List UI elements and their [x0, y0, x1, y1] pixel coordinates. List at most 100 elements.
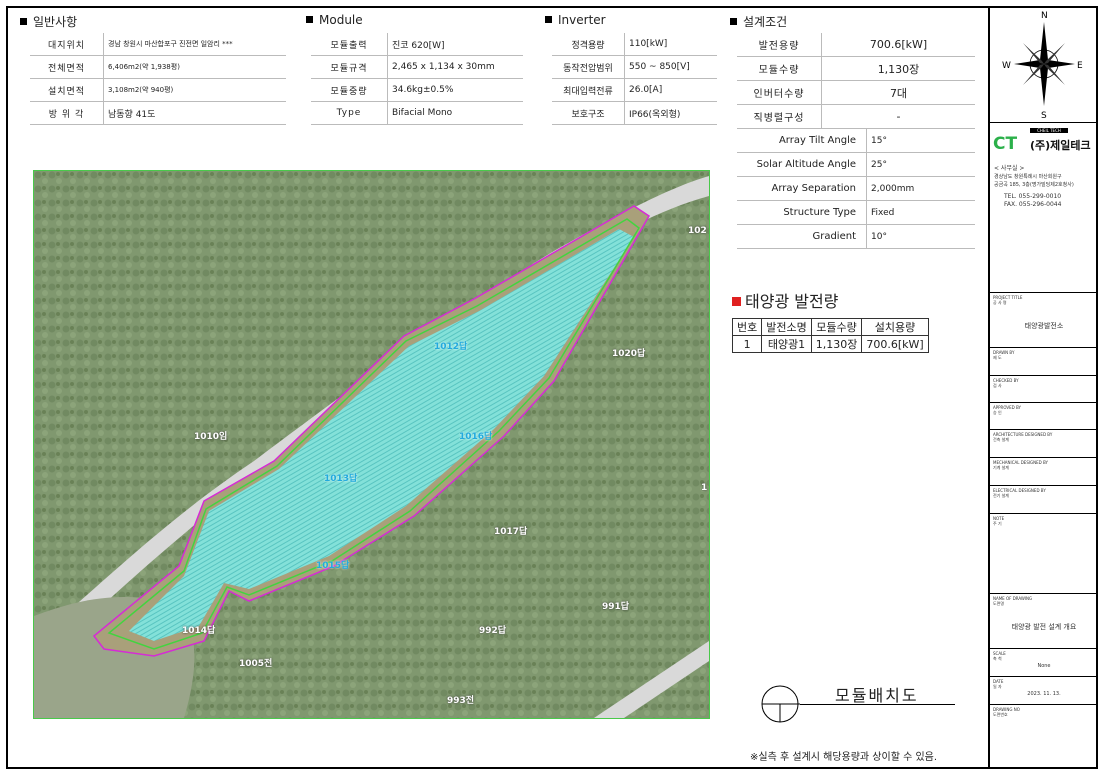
value: Fixed	[866, 200, 975, 225]
value: 10°	[866, 224, 975, 249]
office-fax: FAX. 055-296-0044	[1004, 201, 1062, 208]
table-cell: 700.6[kW]	[861, 335, 929, 353]
value: IP66(옥외형)	[624, 101, 717, 125]
drawn-cell: DRAWN BY 제 도	[990, 348, 1098, 376]
drawing-no-label: DRAWING NO 도면번호	[993, 707, 1020, 717]
value: 진코 620[W]	[387, 33, 523, 56]
general-table: 대지위치 경남 창원시 마산합포구 진전면 일암리 *** 전체면적 6,406m2…	[30, 33, 286, 125]
drawing-name-value: 태양광 발전 설계 개요	[1011, 623, 1077, 631]
compass-s: S	[1041, 111, 1047, 121]
checked-label: CHECKED BY 검 사	[993, 378, 1019, 388]
office-address-2: 공금곡 185, 3층(명가빌딩제2호청사)	[994, 182, 1074, 188]
label: Gradient	[737, 224, 867, 249]
value: 7대	[821, 80, 975, 105]
scale-value: None	[1037, 663, 1051, 669]
design-title: 설계조건	[730, 13, 787, 30]
drawing-name-cell: NAME OF DRAWING 도면명 태양광 발전 설계 개요	[990, 594, 1098, 649]
table-cell: 태양광1	[761, 335, 812, 353]
office-address-1: 경상남도 창원특례시 마산회원구	[994, 174, 1062, 180]
table-row: 보호구조 IP66(옥외형)	[552, 101, 717, 125]
label: 설치면적	[30, 78, 104, 102]
bullet-icon	[20, 18, 27, 25]
value: 남동향 41도	[103, 101, 286, 125]
title-block: N S E W CHEIL TECH CT (주)제일테크 PROJECT TI…	[988, 6, 1098, 769]
office-tel: TEL. 055-299-0010	[1004, 193, 1062, 200]
general-title: 일반사항	[20, 13, 77, 30]
value: Bifacial Mono	[387, 101, 523, 125]
section-symbol-icon	[761, 685, 800, 723]
table-row: 최대입력전류 26.0[A]	[552, 78, 717, 102]
module-title: Module	[306, 13, 363, 27]
table-row: 1 태양광1 1,130장 700.6[kW]	[731, 335, 929, 353]
power-table: 번호 발전소명 모듈수량 설치용량 1 태양광1 1,130장 700.6[kW…	[731, 318, 929, 353]
compass-e: E	[1077, 61, 1083, 71]
value: 26.0[A]	[624, 78, 717, 102]
company-badge: CHEIL TECH	[1030, 128, 1068, 133]
value: -	[821, 104, 975, 129]
table-row: Type Bifacial Mono	[311, 101, 523, 125]
parcel-label: 991답	[602, 602, 630, 612]
layout-title-text: 모듈배치도	[835, 686, 919, 705]
label: 대지위치	[30, 33, 104, 56]
compass-w: W	[1002, 61, 1011, 71]
parcel-label: 1012답	[434, 342, 468, 352]
office-info: < 사무실 > 경상남도 창원특례시 마산회원구 공금곡 185, 3층(명가빌…	[994, 165, 1094, 209]
bullet-icon	[730, 18, 737, 25]
table-row: 전체면적 6,406m2(약 1,938평)	[30, 55, 286, 79]
value: 6,406m2(약 1,938평)	[103, 55, 286, 79]
parcel-label: 1017답	[494, 527, 528, 537]
office-label: < 사무실 >	[994, 165, 1025, 172]
parcel-label: 1014답	[182, 626, 216, 636]
elec-cell: ELECTRICAL DESIGNED BY 전기 설계	[990, 486, 1098, 514]
compass-icon: N S E W	[1002, 11, 1083, 121]
bullet-icon	[545, 16, 552, 23]
mech-cell: MECHANICAL DESIGNED BY 기계 설계	[990, 458, 1098, 486]
drawing-name-label: NAME OF DRAWING 도면명	[993, 596, 1033, 606]
value: 경남 창원시 마산합포구 진전면 일암리 ***	[103, 33, 286, 56]
drawing-no-cell: DRAWING NO 도면번호	[990, 705, 1098, 733]
value: 25°	[866, 152, 975, 177]
table-row: 모듈중량 34.6kg±0.5%	[311, 78, 523, 102]
table-row: Array Separation 2,000mm	[737, 176, 975, 201]
table-row: Gradient 10°	[737, 224, 975, 249]
inverter-title: Inverter	[545, 13, 606, 27]
scale-label: SCALE 축 척	[993, 651, 1006, 661]
table-row: Array Tilt Angle 15°	[737, 129, 975, 153]
label: 모듈중량	[311, 78, 388, 102]
table-row: 인버터수량 7대	[737, 80, 975, 105]
design-table-2: Array Tilt Angle 15° Solar Altitude Angle…	[737, 129, 975, 249]
table-row: 발전용량 700.6[kW]	[737, 33, 975, 57]
value: 2,465 x 1,134 x 30mm	[387, 55, 523, 79]
drawn-label: DRAWN BY 제 도	[993, 350, 1015, 360]
scale-cell: SCALE 축 척 None	[990, 649, 1098, 677]
aerial-site-map: 1012답 1020답 1010임 1016답 1013답 1017답 1015…	[33, 170, 710, 719]
value: 1,130장	[821, 56, 975, 81]
table-row: 설치면적 3,108m2(약 940평)	[30, 78, 286, 102]
value: 34.6kg±0.5%	[387, 78, 523, 102]
date-cell: DATE 일 자 2023. 11. 13.	[990, 677, 1098, 705]
table-row: Solar Altitude Angle 25°	[737, 152, 975, 177]
label: 모듈규격	[311, 55, 388, 79]
column-header: 모듈수량	[810, 318, 863, 336]
power-title: 태양광 발전량	[732, 288, 838, 312]
table-row: 방 위 각 남동향 41도	[30, 101, 286, 125]
table-cell: 1,130장	[810, 335, 863, 353]
note-cell: NOTE 주 기	[990, 514, 1098, 594]
parcel-label: 1013답	[324, 474, 358, 484]
parcel-label: 993전	[447, 696, 475, 706]
value: 3,108m2(약 940평)	[103, 78, 286, 102]
value: 2,000mm	[866, 176, 975, 201]
table-row: 동작전압범위 550 ~ 850[V]	[552, 55, 717, 79]
value: 700.6[kW]	[821, 33, 975, 57]
label: 방 위 각	[30, 101, 104, 125]
label: 인버터수량	[737, 80, 822, 105]
label: 정격용량	[552, 33, 625, 56]
company-logo: CT	[993, 134, 1018, 154]
inverter-table: 정격용량 110[kW] 동작전압범위 550 ~ 850[V] 최대입력전류 26.…	[552, 33, 717, 125]
table-row: Structure Type Fixed	[737, 200, 975, 225]
parcel-label: 1015답	[316, 561, 350, 571]
column-header: 발전소명	[761, 318, 812, 336]
label: 최대입력전류	[552, 78, 625, 102]
column-header: 번호	[731, 318, 763, 336]
note-label: NOTE 주 기	[993, 516, 1005, 526]
